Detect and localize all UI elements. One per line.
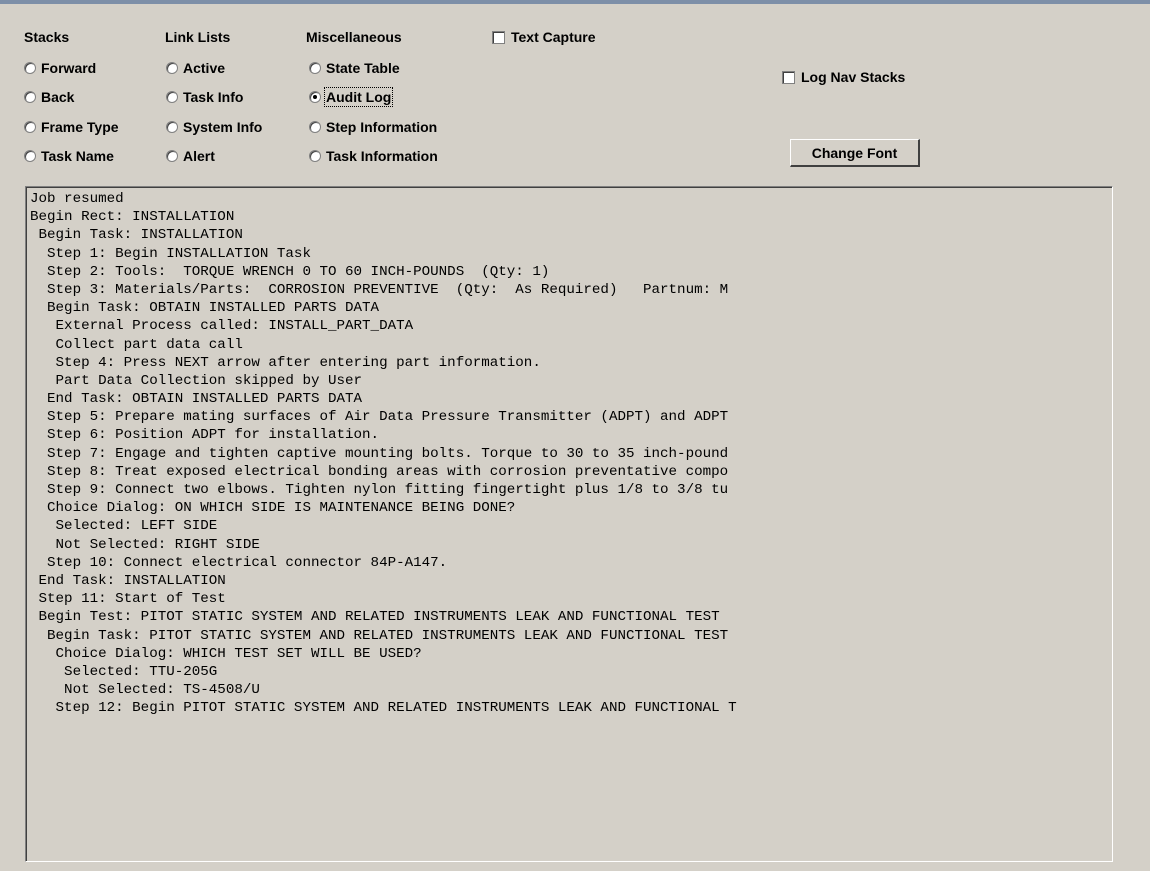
log-line: Not Selected: RIGHT SIDE	[30, 536, 260, 553]
audit-log-textarea[interactable]: Job resumed Begin Rect: INSTALLATION Begi…	[25, 186, 1113, 862]
radio-alert-icon[interactable]	[166, 150, 178, 162]
log-line: End Task: INSTALLATION	[30, 572, 226, 589]
radio-state-table-icon[interactable]	[309, 62, 321, 74]
log-line: Step 4: Press NEXT arrow after entering …	[30, 354, 541, 371]
log-line: End Task: OBTAIN INSTALLED PARTS DATA	[30, 391, 363, 408]
log-line: Step 8: Treat exposed electrical bonding…	[30, 463, 729, 480]
debug-panel: Stacks Link Lists Miscellaneous Text Cap…	[0, 0, 1150, 871]
log-line: Not Selected: TS-4508/U	[30, 682, 260, 699]
text-capture-checkbox[interactable]: Text Capture	[492, 29, 596, 45]
log-line: Step 6: Position ADPT for installation.	[30, 427, 380, 444]
text-capture-label: Text Capture	[511, 29, 596, 45]
radio-system-info-label: System Info	[183, 119, 263, 135]
radio-step-information-icon[interactable]	[309, 121, 321, 133]
log-line: Part Data Collection skipped by User	[30, 372, 363, 389]
log-line: Selected: LEFT SIDE	[30, 518, 218, 535]
log-line: Job resumed	[30, 191, 124, 207]
log-nav-stacks-label: Log Nav Stacks	[801, 69, 906, 85]
radio-task-name-label: Task Name	[41, 148, 114, 164]
log-line: Begin Task: PITOT STATIC SYSTEM AND RELA…	[30, 627, 729, 644]
stacks-header: Stacks	[24, 29, 70, 45]
log-line: Begin Test: PITOT STATIC SYSTEM AND RELA…	[30, 609, 720, 626]
radio-system-info[interactable]: System Info	[166, 119, 262, 135]
radio-forward-label: Forward	[41, 60, 97, 76]
log-line: Choice Dialog: WHICH TEST SET WILL BE US…	[30, 645, 422, 662]
radio-task-info[interactable]: Task Info	[166, 89, 243, 105]
radio-task-info-label: Task Info	[183, 89, 244, 105]
radio-forward-icon[interactable]	[24, 62, 36, 74]
log-line: Step 11: Start of Test	[30, 591, 226, 608]
log-line: Begin Task: OBTAIN INSTALLED PARTS DATA	[30, 300, 380, 317]
radio-audit-log[interactable]: Audit Log	[309, 87, 394, 107]
log-line: Step 7: Engage and tighten captive mount…	[30, 445, 729, 462]
radio-frame-type[interactable]: Frame Type	[24, 119, 119, 135]
radio-frame-type-icon[interactable]	[24, 121, 36, 133]
radio-back-icon[interactable]	[24, 91, 36, 103]
log-line: Step 2: Tools: TORQUE WRENCH 0 TO 60 INC…	[30, 263, 550, 280]
radio-state-table[interactable]: State Table	[309, 60, 400, 76]
radio-forward[interactable]: Forward	[24, 60, 96, 76]
radio-active[interactable]: Active	[166, 60, 225, 76]
log-nav-stacks-box[interactable]	[782, 70, 795, 84]
radio-active-icon[interactable]	[166, 62, 178, 74]
radio-task-name-icon[interactable]	[24, 150, 36, 162]
log-line: Step 12: Begin PITOT STATIC SYSTEM AND R…	[30, 700, 737, 717]
log-line: Step 5: Prepare mating surfaces of Air D…	[30, 409, 729, 426]
change-font-button[interactable]: Change Font	[790, 139, 920, 167]
radio-frame-type-label: Frame Type	[41, 119, 119, 135]
radio-state-table-label: State Table	[326, 60, 400, 76]
radio-audit-log-icon[interactable]	[309, 91, 321, 103]
radio-audit-log-label: Audit Log	[323, 87, 394, 107]
radio-task-information[interactable]: Task Information	[309, 148, 438, 164]
link-lists-header: Link Lists	[165, 29, 231, 45]
log-line: Begin Rect: INSTALLATION	[30, 209, 235, 226]
radio-step-information-label: Step Information	[326, 119, 438, 135]
log-line: Step 1: Begin INSTALLATION Task	[30, 245, 311, 262]
radio-system-info-icon[interactable]	[166, 121, 178, 133]
log-nav-stacks-checkbox[interactable]: Log Nav Stacks	[782, 69, 905, 85]
log-line: Collect part data call	[30, 336, 243, 353]
radio-task-info-icon[interactable]	[166, 91, 178, 103]
radio-task-information-icon[interactable]	[309, 150, 321, 162]
log-line: Step 9: Connect two elbows. Tighten nylo…	[30, 482, 729, 498]
log-line: Begin Task: INSTALLATION	[30, 227, 243, 244]
misc-header: Miscellaneous	[306, 29, 402, 45]
log-line: Selected: TTU-205G	[30, 663, 218, 680]
radio-back[interactable]: Back	[24, 89, 74, 105]
radio-alert-label: Alert	[183, 148, 215, 164]
log-line: Choice Dialog: ON WHICH SIDE IS MAINTENA…	[30, 500, 516, 517]
text-capture-box[interactable]	[492, 30, 505, 44]
log-line: External Process called: INSTALL_PART_DA…	[30, 318, 414, 335]
radio-step-information[interactable]: Step Information	[309, 119, 437, 135]
log-line: Step 3: Materials/Parts: CORROSION PREVE…	[30, 281, 729, 298]
radio-back-label: Back	[41, 89, 75, 105]
radio-task-name[interactable]: Task Name	[24, 148, 114, 164]
radio-active-label: Active	[183, 60, 226, 76]
radio-task-information-label: Task Information	[326, 148, 438, 164]
radio-alert[interactable]: Alert	[166, 148, 215, 164]
log-line: Step 10: Connect electrical connector 84…	[30, 554, 448, 571]
